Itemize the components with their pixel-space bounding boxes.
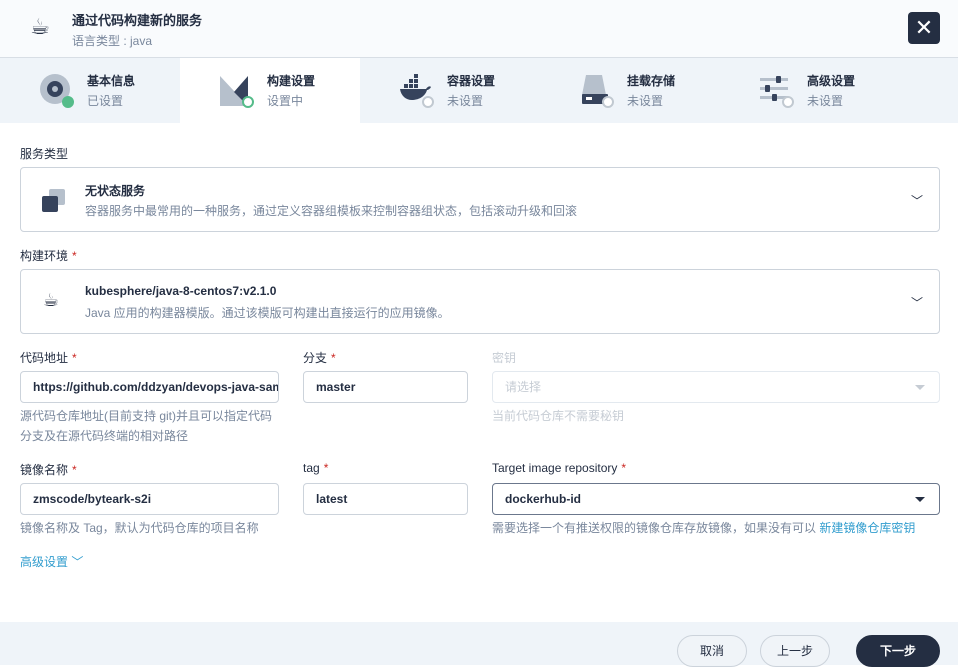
tab-status: 设置中 — [267, 94, 304, 108]
build-env-label: 构建环境 * — [20, 247, 77, 264]
tab-title: 挂载存储 — [627, 74, 676, 88]
service-type-label: 服务类型 — [20, 147, 69, 161]
required-mark: * — [323, 461, 329, 475]
label-text: Target image repository — [492, 461, 618, 475]
modal-title: 通过代码构建新的服务 — [72, 13, 203, 28]
branch-input[interactable]: master — [303, 371, 468, 403]
chevron-down-icon: ﹀ — [71, 555, 84, 569]
tab-title: 基本信息 — [87, 74, 136, 88]
tab-status: 已设置 — [87, 94, 124, 108]
status-dot-done — [62, 96, 74, 108]
tab-storage[interactable]: 挂载存储 未设置 — [540, 58, 720, 123]
advanced-settings-toggle[interactable]: 高级设置 ﹀ — [20, 552, 83, 572]
tag-input[interactable]: latest — [303, 483, 468, 515]
chevron-down-icon: ﹀ — [910, 194, 923, 208]
step-tabs: 基本信息 已设置 构建设置 设置中 容器设置 未设置 挂载存储 未设置 高级设置… — [0, 58, 958, 123]
label-text: 代码地址 — [20, 351, 69, 365]
tab-status: 未设置 — [627, 94, 664, 108]
tab-status: 未设置 — [807, 94, 844, 108]
required-mark: * — [72, 463, 77, 477]
tab-title: 高级设置 — [807, 74, 856, 88]
required-mark: * — [72, 249, 77, 263]
label-text: 分支 — [303, 351, 328, 365]
close-button[interactable]: ✕ — [908, 12, 940, 44]
hint-line: 源代码仓库地址(目前支持 git)并且可以指定代码 — [20, 409, 273, 423]
build-env-select[interactable]: ☕ kubesphere/java-8-centos7:v2.1.0 Java … — [20, 269, 940, 334]
java-icon: ☕ — [43, 290, 60, 310]
service-type-select[interactable]: 无状态服务 容器服务中最常用的一种服务，通过定义容器组模板来控制容器组状态，包括… — [20, 167, 940, 232]
tag-label: tag * — [303, 461, 328, 475]
required-mark: * — [621, 461, 627, 475]
secret-label: 密钥 — [492, 351, 517, 365]
code-url-label: 代码地址 * — [20, 349, 77, 366]
stateless-service-icon — [42, 189, 65, 212]
code-url-input[interactable]: https://github.com/ddzyan/devops-java-sa… — [20, 371, 279, 403]
tab-status: 未设置 — [447, 94, 484, 108]
tab-title: 容器设置 — [447, 74, 496, 88]
image-name-label: 镜像名称 * — [20, 461, 77, 478]
tab-advanced[interactable]: 高级设置 未设置 — [720, 58, 900, 123]
image-name-input[interactable]: zmscode/byteark-s2i — [20, 483, 279, 515]
tab-basic-info[interactable]: 基本信息 已设置 — [0, 58, 180, 123]
label-text: tag — [303, 461, 320, 475]
caret-down-icon — [915, 497, 925, 502]
service-type-title: 无状态服务 — [85, 184, 146, 198]
language-type: 语言类型 : java — [72, 34, 153, 48]
image-name-hint: 镜像名称及 Tag，默认为代码仓库的项目名称 — [20, 521, 259, 535]
code-url-hint: 源代码仓库地址(目前支持 git)并且可以指定代码 分支及在源代码终端的相对路径 — [20, 406, 272, 446]
required-mark: * — [331, 351, 336, 365]
service-type-desc: 容器服务中最常用的一种服务，通过定义容器组模板来控制容器组状态，包括滚动升级和回… — [85, 204, 578, 218]
branch-label: 分支 * — [303, 349, 336, 366]
next-button[interactable]: 下一步 — [856, 635, 940, 667]
label-text: 构建环境 — [20, 249, 69, 263]
chevron-down-icon: ﹀ — [910, 296, 923, 310]
tab-build-settings[interactable]: 构建设置 设置中 — [180, 58, 360, 123]
tab-container-settings[interactable]: 容器设置 未设置 — [360, 58, 540, 123]
advanced-label: 高级设置 — [20, 555, 69, 569]
cancel-button[interactable]: 取消 — [677, 635, 747, 667]
label-text: 镜像名称 — [20, 463, 69, 477]
tab-title: 构建设置 — [267, 74, 316, 88]
target-repo-label: Target image repository * — [492, 461, 626, 475]
secret-hint: 当前代码仓库不需要秘钥 — [492, 409, 625, 423]
required-mark: * — [72, 351, 77, 365]
secret-placeholder: 请选择 — [505, 380, 542, 394]
hint-text: 需要选择一个有推送权限的镜像仓库存放镜像，如果没有可以 — [492, 521, 820, 535]
target-repo-value: dockerhub-id — [505, 492, 582, 506]
prev-button[interactable]: 上一步 — [760, 635, 830, 667]
status-dot-pending — [422, 96, 434, 108]
hint-line: 分支及在源代码终端的相对路径 — [20, 429, 189, 443]
target-repo-hint: 需要选择一个有推送权限的镜像仓库存放镜像，如果没有可以 新建镜像仓库密钥 — [492, 518, 915, 538]
status-dot-pending — [602, 96, 614, 108]
secret-select[interactable]: 请选择 — [492, 371, 940, 403]
modal-header: ☕ 通过代码构建新的服务 语言类型 : java ✕ — [0, 0, 958, 58]
java-icon: ☕ — [30, 14, 50, 39]
status-dot-current — [242, 96, 254, 108]
target-repo-select[interactable]: dockerhub-id — [492, 483, 940, 515]
build-env-title: kubesphere/java-8-centos7:v2.1.0 — [85, 284, 277, 298]
create-secret-link[interactable]: 新建镜像仓库密钥 — [819, 521, 915, 535]
caret-down-icon — [915, 385, 925, 390]
build-env-desc: Java 应用的构建器模版。通过该模版可构建出直接运行的应用镜像。 — [85, 306, 450, 320]
status-dot-pending — [782, 96, 794, 108]
